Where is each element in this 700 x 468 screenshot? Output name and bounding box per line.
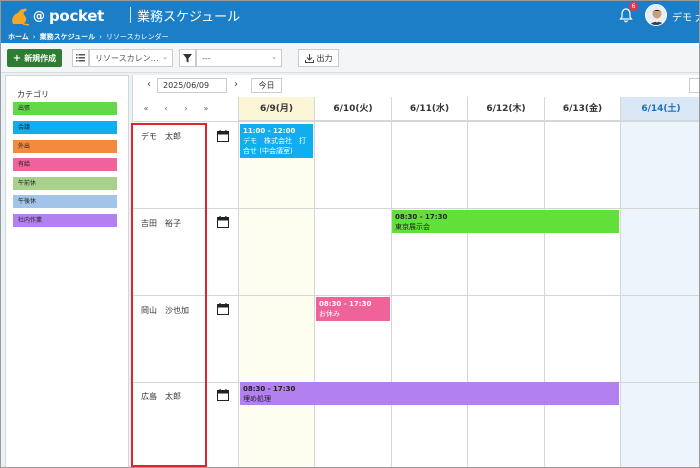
user-name[interactable]: デモ 太 (672, 9, 699, 24)
event-time: 08:30 - 17:30 (319, 300, 372, 308)
export-label: 出力 (316, 53, 333, 63)
filter-button[interactable] (179, 49, 196, 67)
export-button[interactable]: 出力 (298, 49, 339, 67)
category-item[interactable]: 出張 (13, 102, 117, 115)
grid-line (133, 208, 699, 209)
app-window: @ pocket 業務スケジュール 6 デモ 太 ホーム › 業務スケジュール … (0, 0, 700, 468)
event-time: 08:30 - 17:30 (243, 385, 296, 393)
calendar-icon[interactable] (217, 389, 229, 401)
filter-select[interactable]: --- ⌄ (196, 49, 282, 67)
top-bar: @ pocket 業務スケジュール 6 デモ 太 (1, 1, 699, 30)
grid-line (133, 121, 699, 122)
filter-icon (183, 53, 192, 62)
event-title: 埋め処理 (243, 395, 271, 403)
view-toggle-button[interactable] (689, 78, 699, 93)
calendar-event[interactable]: 11:00 - 12:00 デモ 株式会社 打合せ (中会議室) (240, 124, 313, 158)
app-title: 業務スケジュール (137, 10, 241, 25)
kangaroo-logo-icon (12, 8, 30, 26)
logo-text: pocket (49, 7, 105, 25)
resource-select-value: リソースカレン… (95, 53, 159, 63)
grid-line (133, 295, 699, 296)
title-divider (130, 7, 131, 23)
category-item[interactable]: 会議 (13, 121, 117, 134)
calendar-icon[interactable] (217, 130, 229, 142)
calendar-event[interactable]: 08:30 - 17:30 東京展示会 (392, 210, 619, 233)
resource-calendar-select[interactable]: リソースカレン… ⌄ (89, 49, 173, 67)
highlight-box (131, 123, 207, 467)
category-title: カテゴリ (17, 90, 49, 99)
new-item-label: 新規作成 (24, 53, 57, 63)
event-title: お休み (319, 310, 340, 318)
grid-line (544, 121, 545, 467)
date-input[interactable]: 2025/06/09 (157, 78, 227, 93)
day-header[interactable]: 6/12(木) (467, 97, 544, 121)
grid-line (467, 121, 468, 467)
breadcrumb: ホーム › 業務スケジュール › リソースカレンダー (1, 30, 699, 43)
day-header[interactable]: 6/9(月) (238, 97, 314, 121)
grid-line (620, 121, 621, 467)
next-date-button[interactable]: › (230, 78, 242, 92)
list-icon (76, 54, 85, 62)
plus-icon: + (12, 52, 22, 64)
logo-at-mark: @ (33, 9, 45, 23)
day-header[interactable]: 6/14(土) (620, 97, 699, 121)
breadcrumb-schedule[interactable]: 業務スケジュール (40, 32, 96, 42)
day-header[interactable]: 6/10(火) (314, 97, 391, 121)
user-avatar[interactable] (645, 4, 667, 26)
breadcrumb-separator-icon: › (99, 32, 102, 41)
list-view-button[interactable] (72, 49, 89, 67)
day-header[interactable]: 6/11(水) (391, 97, 467, 121)
breadcrumb-separator-icon: › (32, 32, 36, 41)
event-title: デモ 株式会社 打合せ (中会議室) (243, 137, 306, 155)
category-item[interactable]: 社内作業 (13, 214, 117, 227)
breadcrumb-home[interactable]: ホーム (8, 32, 29, 42)
chevron-down-icon: ⌄ (271, 53, 277, 61)
previous-week-button[interactable]: ‹ (159, 103, 173, 115)
toolbar: + 新規作成 リソースカレン… ⌄ --- ⌄ 出力 (1, 43, 699, 73)
user-photo-icon (646, 5, 666, 25)
calendar-event[interactable]: 08:30 - 17:30 お休み (316, 297, 390, 321)
chevron-down-icon: ⌄ (162, 53, 168, 61)
category-item[interactable]: 午前休 (13, 177, 117, 190)
last-week-button[interactable]: » (199, 103, 213, 115)
category-item[interactable]: 外出 (13, 140, 117, 153)
filter-select-value: --- (202, 53, 211, 63)
app-logo[interactable]: @ pocket (9, 5, 104, 27)
day-header[interactable]: 6/13(金) (544, 97, 620, 121)
saturday-column (620, 97, 699, 467)
calendar-icon[interactable] (217, 303, 229, 315)
event-time: 08:30 - 17:30 (395, 213, 448, 221)
next-week-button[interactable]: › (179, 103, 193, 115)
event-time: 11:00 - 12:00 (243, 127, 296, 135)
calendar-event[interactable]: 08:30 - 17:30 埋め処理 (240, 382, 619, 405)
category-item[interactable]: 有給 (13, 158, 117, 171)
breadcrumb-current: リソースカレンダー (105, 32, 169, 41)
new-item-button[interactable]: + 新規作成 (7, 49, 62, 67)
calendar-icon[interactable] (217, 216, 229, 228)
category-item[interactable]: 午後休 (13, 195, 117, 208)
grid-line (391, 121, 392, 467)
download-icon (304, 53, 314, 63)
grid-line (238, 121, 239, 467)
notification-badge: 6 (629, 2, 638, 11)
first-week-button[interactable]: « (139, 103, 153, 115)
previous-date-button[interactable]: ‹ (143, 78, 155, 92)
today-button[interactable]: 今日 (251, 78, 282, 93)
event-title: 東京展示会 (395, 223, 430, 231)
grid-line (314, 121, 315, 467)
